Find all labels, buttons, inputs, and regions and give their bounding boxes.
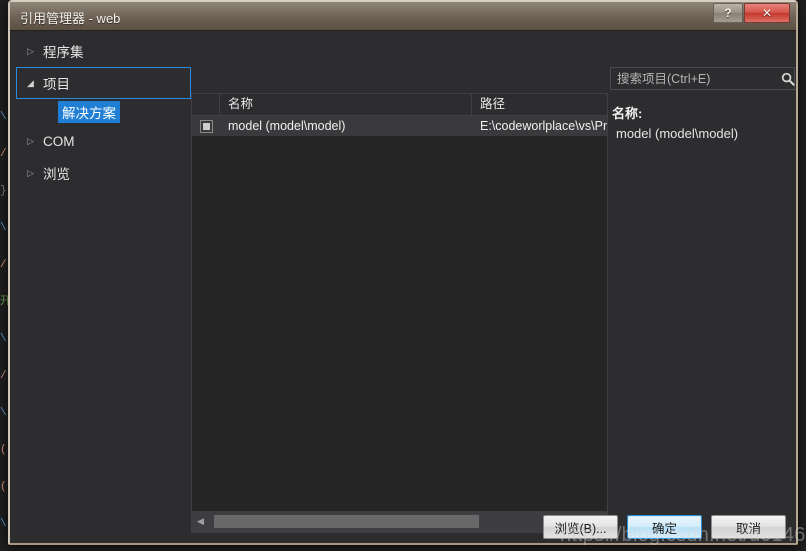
- column-header-checkbox: [192, 93, 220, 116]
- sidebar-item-label: 浏览: [43, 167, 70, 182]
- chevron-right-icon: ▷: [27, 167, 34, 178]
- sidebar-item-label: COM: [43, 133, 75, 149]
- sidebar-item-browse[interactable]: ▷ 浏览: [16, 157, 191, 189]
- cancel-button[interactable]: 取消: [711, 515, 786, 539]
- dialog-title: 引用管理器 - web: [20, 11, 121, 26]
- sidebar-item-com[interactable]: ▷ COM: [16, 125, 191, 157]
- browse-button[interactable]: 浏览(B)...: [543, 515, 618, 539]
- sidebar-subitem-label: 解决方案: [58, 101, 120, 123]
- column-header-name[interactable]: 名称: [220, 93, 472, 116]
- search-icon[interactable]: [778, 72, 796, 86]
- help-icon[interactable]: ?: [713, 3, 743, 23]
- scroll-left-icon[interactable]: ◀: [192, 511, 209, 532]
- search-input[interactable]: [611, 71, 778, 86]
- detail-name-label: 名称:: [612, 106, 643, 121]
- column-header-path[interactable]: 路径: [472, 94, 607, 116]
- window-controls: ? ✕: [713, 3, 790, 23]
- dialog-footer: 浏览(B)... 确定 取消: [543, 515, 786, 539]
- sidebar-item-projects[interactable]: ◢ 项目: [16, 67, 191, 99]
- table-row[interactable]: model (model\model) E:\codeworlplace\vs\…: [192, 116, 607, 136]
- detail-pane: 名称: model (model\model): [610, 99, 796, 529]
- search-box[interactable]: ▾: [610, 67, 795, 90]
- dialog-titlebar[interactable]: 引用管理器 - web ? ✕: [10, 2, 796, 31]
- reference-manager-dialog: 引用管理器 - web ? ✕ ▷ 程序集 ◢ 项目 解决方案 ▷ COM ▷ …: [8, 0, 798, 545]
- chevron-right-icon: ▷: [27, 135, 34, 146]
- scrollbar-track[interactable]: [209, 511, 590, 532]
- reference-list-pane: 名称 路径 model (model\model) E:\codeworlpla…: [191, 93, 608, 533]
- list-header: 名称 路径: [192, 93, 607, 116]
- sidebar-subitem-solution[interactable]: 解决方案: [16, 99, 191, 125]
- row-checkbox-cell[interactable]: [192, 119, 220, 133]
- checkbox-icon[interactable]: [199, 119, 213, 133]
- row-name-cell: model (model\model): [228, 119, 346, 133]
- row-path-cell: E:\codeworlplace\vs\Pr: [480, 119, 607, 133]
- sidebar-item-label: 程序集: [43, 45, 84, 60]
- sidebar-item-label: 项目: [43, 77, 70, 92]
- category-sidebar: ▷ 程序集 ◢ 项目 解决方案 ▷ COM ▷ 浏览: [16, 35, 191, 513]
- dialog-body: ▷ 程序集 ◢ 项目 解决方案 ▷ COM ▷ 浏览 搜索项目(Ctrl+E) …: [10, 31, 796, 543]
- sidebar-item-assemblies[interactable]: ▷ 程序集: [16, 35, 191, 67]
- scrollbar-thumb[interactable]: [214, 515, 479, 528]
- close-icon[interactable]: ✕: [744, 3, 790, 23]
- chevron-right-icon: ▷: [27, 45, 34, 56]
- detail-name-value: model (model\model): [616, 126, 739, 141]
- ok-button[interactable]: 确定: [627, 515, 702, 539]
- chevron-down-icon: ◢: [27, 77, 34, 88]
- list-rows: model (model\model) E:\codeworlplace\vs\…: [192, 116, 607, 511]
